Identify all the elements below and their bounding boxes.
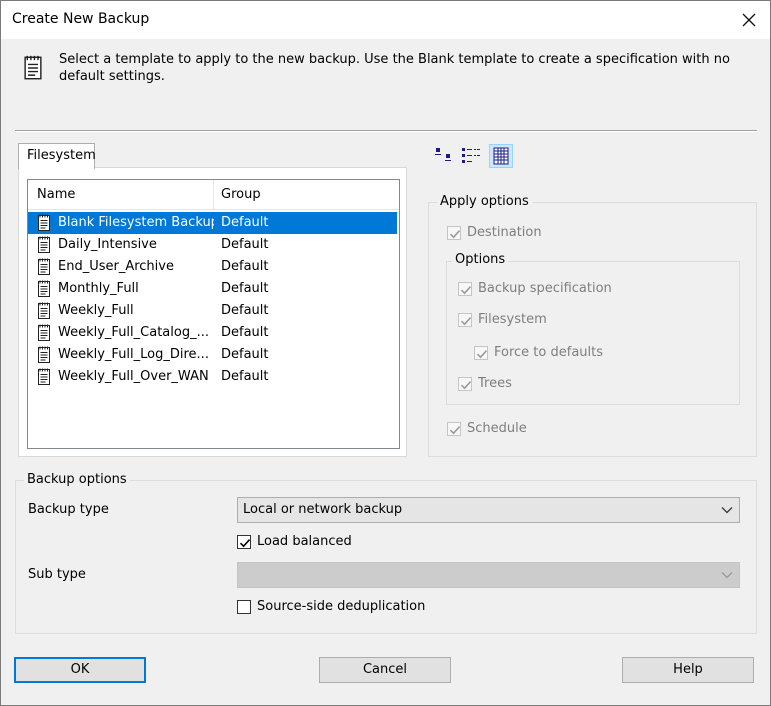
template-icon (37, 302, 51, 320)
list-item[interactable]: Weekly_Full_Catalog_... Default (28, 322, 399, 344)
close-button[interactable] (734, 5, 764, 35)
check-icon (448, 227, 462, 241)
column-divider[interactable] (213, 180, 214, 210)
template-icon (37, 324, 51, 342)
backup-type-value: Local or network backup (243, 502, 403, 517)
sub-type-label: Sub type (28, 567, 86, 582)
backup-options-group: Backup options Backup type Local or netw… (15, 472, 757, 634)
template-icon (37, 214, 51, 232)
check-icon (238, 536, 252, 550)
ok-button[interactable]: OK (14, 657, 146, 683)
close-icon (742, 13, 756, 27)
check-icon (459, 314, 473, 328)
list-item[interactable]: Daily_Intensive Default (28, 234, 399, 256)
check-icon (448, 423, 462, 437)
list-view-button[interactable] (459, 144, 483, 168)
list-item[interactable]: Weekly_Full_Over_WAN Default (28, 366, 399, 388)
template-icon (37, 236, 51, 254)
list-item[interactable]: Blank Filesystem Backup Default (28, 212, 397, 234)
check-icon (459, 378, 473, 392)
dialog-header: Select a template to apply to the new ba… (1, 39, 770, 129)
header-divider (15, 130, 757, 132)
template-list[interactable]: Name Group Blank Filesystem Backup Defau… (27, 179, 400, 449)
template-document-icon (23, 55, 43, 81)
check-icon (475, 347, 489, 361)
apply-options-group: Apply options Destination Options Backup… (428, 194, 757, 457)
create-new-backup-dialog: Create New Backup Select a template to a… (0, 0, 771, 706)
list-header: Name Group (28, 180, 399, 210)
details-view-button[interactable] (489, 144, 513, 168)
sub-type-dropdown[interactable] (237, 562, 740, 588)
small-icons-view-icon (435, 148, 451, 161)
options-subgroup: Options Backup specification Filesystem … (446, 252, 740, 405)
help-button[interactable]: Help (622, 657, 754, 683)
window-title: Create New Backup (12, 11, 150, 27)
chevron-down-icon (721, 572, 733, 579)
backup-type-label: Backup type (28, 502, 109, 517)
checkbox-box (447, 226, 461, 240)
apply-options-legend: Apply options (437, 194, 532, 209)
chevron-down-icon (721, 507, 733, 514)
list-item[interactable]: Monthly_Full Default (28, 278, 399, 300)
title-bar: Create New Backup (1, 1, 770, 39)
column-header-group[interactable]: Group (221, 187, 261, 202)
small-icons-view-button[interactable] (432, 144, 456, 168)
list-item[interactable]: End_User_Archive Default (28, 256, 399, 278)
cancel-button[interactable]: Cancel (319, 657, 451, 683)
check-icon (459, 283, 473, 297)
backup-type-dropdown[interactable]: Local or network backup (237, 497, 740, 523)
details-view-icon (493, 147, 509, 165)
tab-filesystem[interactable]: Filesystem (18, 143, 96, 169)
options-legend: Options (452, 252, 509, 267)
list-view-icon (462, 148, 480, 163)
backup-options-legend: Backup options (24, 472, 130, 487)
header-description: Select a template to apply to the new ba… (59, 52, 730, 84)
column-header-name[interactable]: Name (37, 187, 75, 202)
template-icon (37, 368, 51, 386)
list-item[interactable]: Weekly_Full Default (28, 300, 399, 322)
filesystem-tab-panel: Name Group Blank Filesystem Backup Defau… (18, 167, 407, 457)
list-item[interactable]: Weekly_Full_Log_Dire... Default (28, 344, 399, 366)
template-icon (37, 346, 51, 364)
template-icon (37, 280, 51, 298)
template-icon (37, 258, 51, 276)
